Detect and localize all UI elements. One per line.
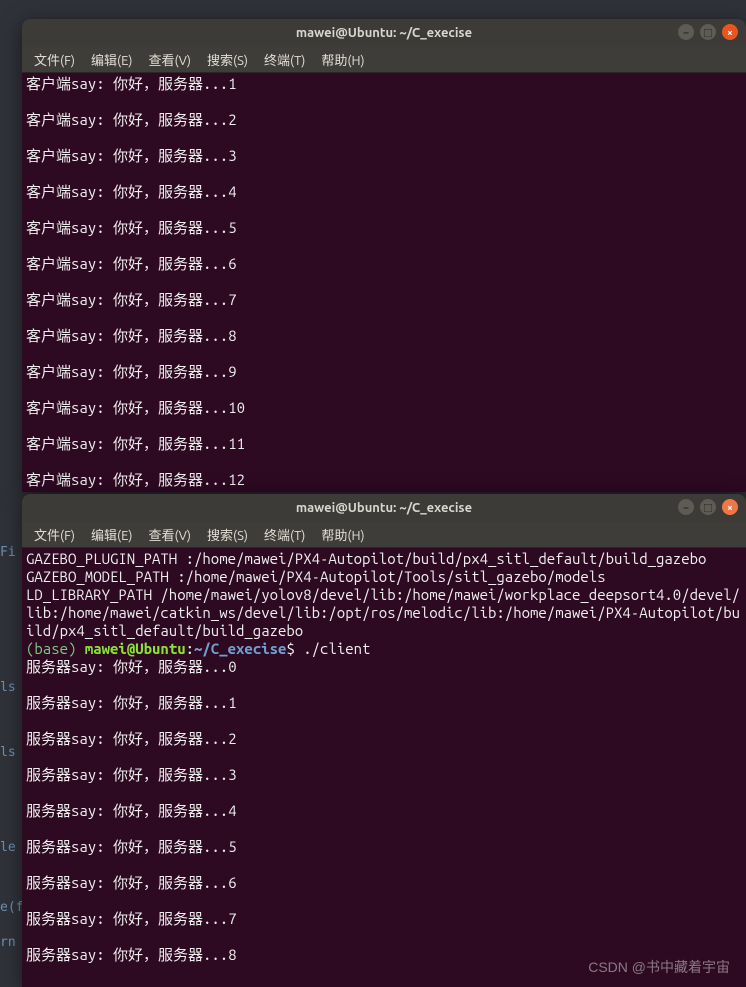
menu-item[interactable]: 搜索(S) bbox=[201, 523, 254, 546]
env-line: LD_LIBRARY_PATH /home/mawei/yolov8/devel… bbox=[26, 586, 742, 640]
bg-code-fragment: rn bbox=[0, 935, 16, 950]
menu-item[interactable]: 文件(F) bbox=[28, 523, 81, 546]
menu-item[interactable]: 查看(V) bbox=[143, 523, 197, 546]
prompt-user: mawei@Ubuntu bbox=[85, 640, 186, 657]
terminal-output[interactable]: GAZEBO_PLUGIN_PATH :/home/mawei/PX4-Auto… bbox=[22, 548, 746, 966]
output-line: 客户端say: 你好，服务器...3 bbox=[26, 147, 742, 165]
bg-code-fragment: ls bbox=[0, 745, 16, 760]
bg-code-fragment: ls bbox=[0, 680, 16, 695]
maximize-icon[interactable]: □ bbox=[700, 24, 716, 40]
output-line bbox=[26, 129, 742, 147]
output-line bbox=[26, 784, 742, 802]
command-text: ./client bbox=[303, 640, 370, 657]
output-line bbox=[26, 93, 742, 111]
output-line: 服务器say: 你好，服务器...1 bbox=[26, 694, 742, 712]
output-line: 客户端say: 你好，服务器...5 bbox=[26, 219, 742, 237]
close-icon[interactable]: × bbox=[722, 24, 738, 40]
prompt-env: (base) bbox=[26, 640, 85, 657]
maximize-icon[interactable]: □ bbox=[700, 499, 716, 515]
output-line bbox=[26, 273, 742, 291]
menu-item[interactable]: 查看(V) bbox=[143, 48, 197, 71]
minimize-icon[interactable]: – bbox=[678, 499, 694, 515]
output-line: 客户端say: 你好，服务器...12 bbox=[26, 471, 742, 489]
output-line bbox=[26, 676, 742, 694]
prompt-path: ~/C_execise bbox=[194, 640, 286, 657]
output-line bbox=[26, 345, 742, 363]
menubar: 文件(F)编辑(E)查看(V)搜索(S)终端(T)帮助(H) bbox=[22, 47, 746, 73]
output-line: 服务器say: 你好，服务器...4 bbox=[26, 802, 742, 820]
output-line: 服务器say: 你好，服务器...5 bbox=[26, 838, 742, 856]
output-line: 服务器say: 你好，服务器...6 bbox=[26, 874, 742, 892]
menu-item[interactable]: 帮助(H) bbox=[315, 523, 370, 546]
output-line: 客户端say: 你好，服务器...10 bbox=[26, 399, 742, 417]
output-line bbox=[26, 856, 742, 874]
output-line bbox=[26, 237, 742, 255]
output-line: 服务器say: 你好，服务器...3 bbox=[26, 766, 742, 784]
menu-item[interactable]: 终端(T) bbox=[258, 523, 311, 546]
bg-code-fragment: le bbox=[0, 840, 16, 855]
output-line bbox=[26, 309, 742, 327]
output-line bbox=[26, 417, 742, 435]
output-line: 客户端say: 你好，服务器...7 bbox=[26, 291, 742, 309]
close-icon[interactable]: × bbox=[722, 499, 738, 515]
menu-item[interactable]: 搜索(S) bbox=[201, 48, 254, 71]
output-line: 客户端say: 你好，服务器...4 bbox=[26, 183, 742, 201]
output-line: 客户端say: 你好，服务器...8 bbox=[26, 327, 742, 345]
window-title: mawei@Ubuntu: ~/C_execise bbox=[296, 26, 472, 40]
titlebar[interactable]: mawei@Ubuntu: ~/C_execise – □ × bbox=[22, 494, 746, 522]
terminal-window-server[interactable]: mawei@Ubuntu: ~/C_execise – □ × 文件(F)编辑(… bbox=[22, 19, 746, 492]
env-line: GAZEBO_PLUGIN_PATH :/home/mawei/PX4-Auto… bbox=[26, 550, 742, 568]
bg-code-fragment: Fi bbox=[0, 545, 16, 560]
terminal-window-client[interactable]: mawei@Ubuntu: ~/C_execise – □ × 文件(F)编辑(… bbox=[22, 494, 746, 987]
menu-item[interactable]: 编辑(E) bbox=[85, 48, 138, 71]
menu-item[interactable]: 编辑(E) bbox=[85, 523, 138, 546]
output-line bbox=[26, 381, 742, 399]
output-line bbox=[26, 201, 742, 219]
menu-item[interactable]: 文件(F) bbox=[28, 48, 81, 71]
output-line bbox=[26, 453, 742, 471]
output-line bbox=[26, 928, 742, 946]
env-line: GAZEBO_MODEL_PATH :/home/mawei/PX4-Autop… bbox=[26, 568, 742, 586]
output-line bbox=[26, 892, 742, 910]
output-line: 客户端say: 你好，服务器...11 bbox=[26, 435, 742, 453]
output-line: 服务器say: 你好，服务器...7 bbox=[26, 910, 742, 928]
prompt-line: (base) mawei@Ubuntu:~/C_execise$ ./clien… bbox=[26, 640, 742, 658]
output-line bbox=[26, 165, 742, 183]
terminal-output[interactable]: 客户端say: 你好，服务器...1 客户端say: 你好，服务器...2 客户端s… bbox=[22, 73, 746, 491]
output-line: 客户端say: 你好，服务器...1 bbox=[26, 75, 742, 93]
menu-item[interactable]: 终端(T) bbox=[258, 48, 311, 71]
output-line: 客户端say: 你好，服务器...9 bbox=[26, 363, 742, 381]
bg-code-fragment: e(f bbox=[0, 900, 23, 915]
output-line bbox=[26, 748, 742, 766]
watermark: CSDN @书中藏着宇宙 bbox=[588, 957, 730, 977]
output-line: 客户端say: 你好，服务器...6 bbox=[26, 255, 742, 273]
menu-item[interactable]: 帮助(H) bbox=[315, 48, 370, 71]
titlebar[interactable]: mawei@Ubuntu: ~/C_execise – □ × bbox=[22, 19, 746, 47]
output-line bbox=[26, 820, 742, 838]
output-line bbox=[26, 712, 742, 730]
output-line: 客户端say: 你好，服务器...2 bbox=[26, 111, 742, 129]
menubar: 文件(F)编辑(E)查看(V)搜索(S)终端(T)帮助(H) bbox=[22, 522, 746, 548]
window-title: mawei@Ubuntu: ~/C_execise bbox=[296, 501, 472, 515]
minimize-icon[interactable]: – bbox=[678, 24, 694, 40]
output-line: 服务器say: 你好，服务器...0 bbox=[26, 658, 742, 676]
output-line: 服务器say: 你好，服务器...2 bbox=[26, 730, 742, 748]
